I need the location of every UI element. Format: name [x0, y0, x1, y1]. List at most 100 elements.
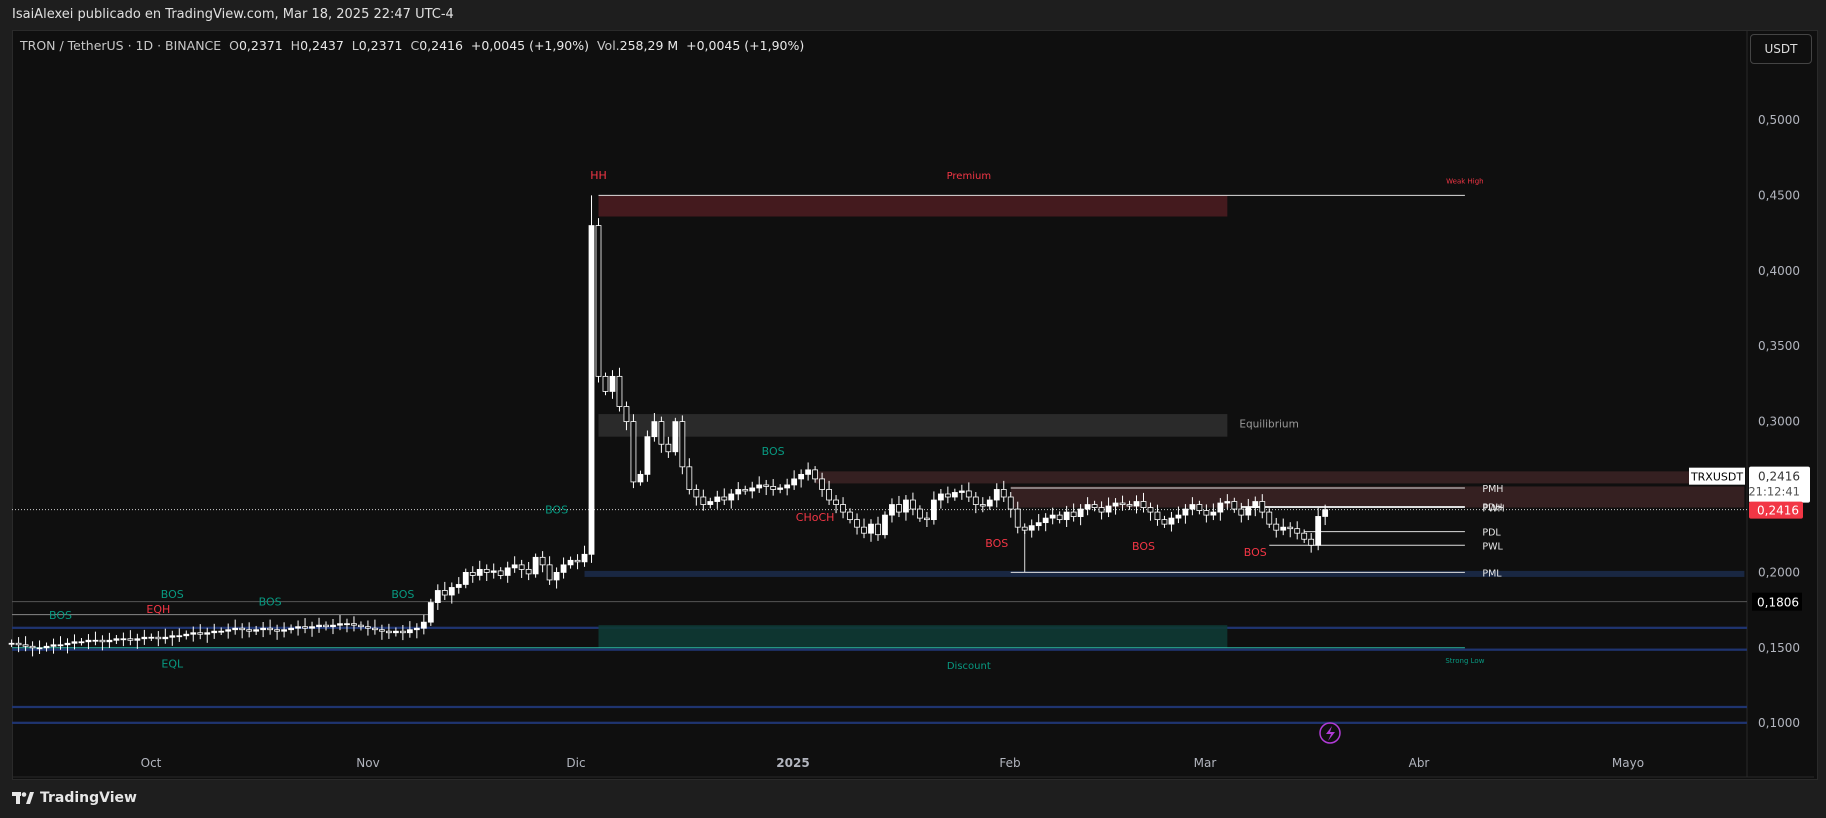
candle-body [406, 629, 413, 634]
candle-body [1252, 501, 1259, 508]
symbol-tag: TRXUSDT [1690, 471, 1743, 484]
candle-body [260, 627, 267, 631]
candle [358, 621, 364, 631]
candle-body [1280, 526, 1287, 531]
candle-body [490, 570, 497, 573]
candle-body [274, 629, 281, 632]
candle [309, 621, 315, 637]
candle-body [749, 487, 756, 492]
candle [239, 623, 246, 639]
candle-body [64, 642, 71, 646]
last-price-tag: 0,2416 [1757, 504, 1799, 518]
level-label-pwl: PWL [1482, 541, 1503, 552]
candle [693, 484, 700, 506]
zone-premium [598, 195, 1228, 217]
candle [826, 480, 832, 505]
candle-body [1315, 516, 1322, 546]
candle [295, 620, 301, 636]
price-chart[interactable]: Premium Equilibrium Discount Weak High Stron… [0, 0, 1826, 818]
candle-body [372, 627, 378, 631]
candle-body [448, 587, 455, 596]
lightning-icon-bolt [1326, 726, 1335, 741]
candle-body [651, 421, 658, 438]
candle [658, 416, 665, 453]
candle [490, 563, 497, 579]
open-label: O [229, 38, 239, 53]
symbol-title[interactable]: TRON / TetherUS · 1D · BINANCE [20, 38, 221, 53]
candle [637, 470, 644, 486]
structure-label-bos: BOS [985, 537, 1008, 550]
candle-body [1168, 517, 1175, 525]
candle-body [868, 523, 874, 534]
last-price-value: 0,2416 [1758, 470, 1800, 484]
candle [553, 567, 560, 589]
candle-body [1301, 532, 1308, 540]
candle [504, 561, 511, 583]
candle-body [511, 564, 518, 569]
candle [106, 632, 113, 648]
candle-body [1028, 525, 1035, 531]
candle-body [1147, 507, 1154, 513]
weak-high-label: Weak High [1446, 177, 1483, 185]
candle-body [1287, 526, 1294, 530]
structure-label-eql: EQL [161, 657, 184, 670]
level-label-pmh: PMH [1482, 484, 1503, 495]
candle [1273, 517, 1280, 538]
candle [1042, 513, 1049, 532]
candle-body [127, 638, 134, 641]
zone-discount [598, 625, 1228, 648]
close-label: C [410, 38, 420, 53]
candle [972, 492, 979, 514]
candle [630, 414, 637, 489]
candle [64, 638, 71, 654]
candle [665, 436, 672, 458]
candle-body [826, 489, 832, 501]
candle [951, 488, 958, 501]
candle-body [281, 629, 287, 632]
candle-body [134, 638, 141, 641]
candle [714, 490, 721, 509]
zone-demand-1 [584, 570, 1745, 577]
candle-body [770, 486, 777, 490]
candle-body [1140, 501, 1147, 508]
candle-body [805, 469, 812, 475]
candle [923, 511, 930, 528]
candle [8, 639, 15, 648]
candle [958, 484, 965, 500]
candle [1154, 504, 1161, 526]
price-tick: 0,3500 [1758, 339, 1800, 353]
time-tick: Dic [566, 756, 585, 770]
price-tick: 0,1500 [1758, 641, 1800, 655]
candle [441, 581, 448, 600]
candle [1063, 505, 1070, 528]
candle [518, 559, 525, 578]
candle [721, 488, 728, 505]
candle-body [1126, 504, 1133, 507]
currency-button[interactable]: USDT [1750, 34, 1812, 64]
candle-body [986, 499, 993, 507]
candle-body [567, 559, 574, 566]
candle-body [972, 496, 979, 505]
candle [854, 513, 860, 535]
candle [756, 476, 763, 493]
open-value: 0,2371 [238, 38, 283, 53]
candle [469, 566, 476, 583]
candle-body [546, 564, 553, 581]
candle-body [413, 627, 420, 631]
candle [302, 618, 308, 634]
candle-body [113, 638, 120, 641]
candle-body [1196, 504, 1203, 511]
candle-body [29, 645, 36, 649]
time-tick: Oct [141, 756, 162, 770]
price-tick: 0,2000 [1758, 565, 1800, 579]
tradingview-logo[interactable]: TradingView [12, 790, 137, 806]
candle [406, 621, 413, 638]
candle-body [399, 630, 406, 634]
candle-body [462, 572, 469, 585]
candle [1287, 522, 1294, 538]
candle-body [847, 511, 853, 521]
candle-body [385, 630, 392, 634]
candle-body [239, 627, 246, 631]
equilibrium-label: Equilibrium [1239, 419, 1299, 431]
candle-body [1224, 501, 1231, 504]
